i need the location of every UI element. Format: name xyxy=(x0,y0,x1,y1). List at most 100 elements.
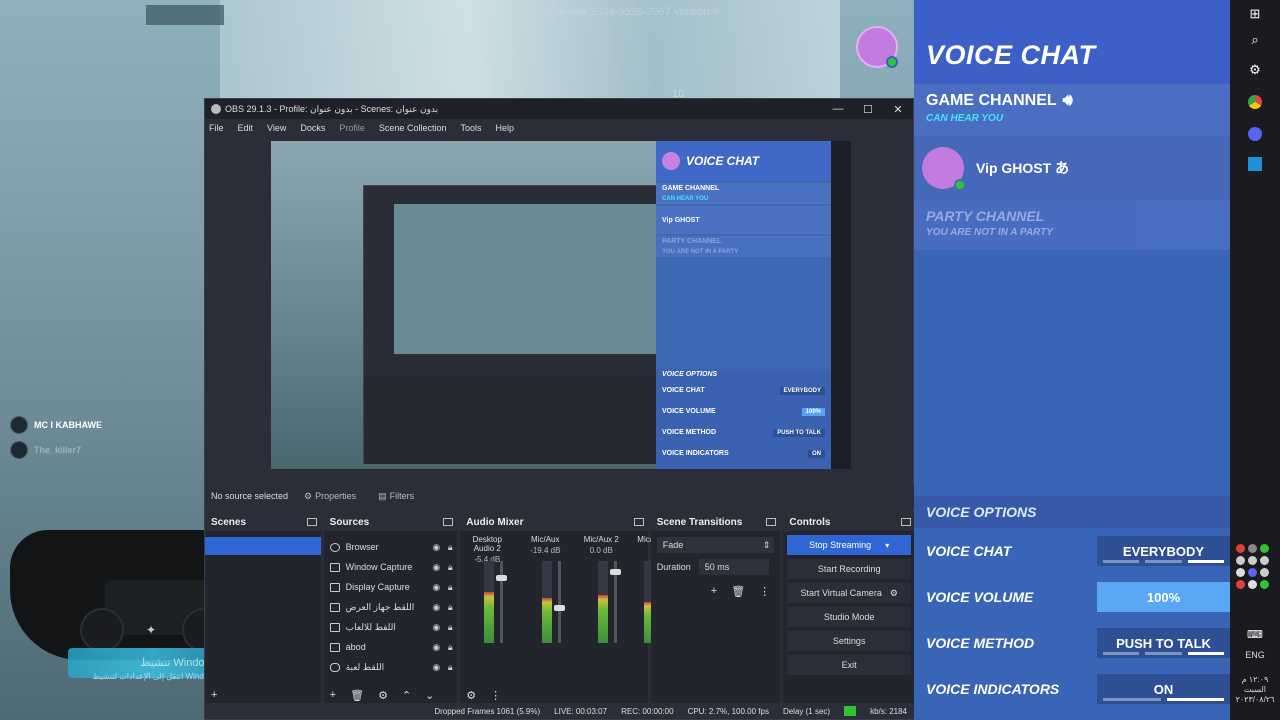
eye-icon[interactable]: ◉ xyxy=(429,582,443,593)
undock-icon[interactable] xyxy=(443,518,454,526)
menu-file[interactable]: File xyxy=(209,123,224,133)
volume-fader[interactable] xyxy=(554,561,566,643)
voice-option-voice-volume[interactable]: VOICE VOLUME 100% xyxy=(914,574,1230,620)
exit-button[interactable]: Exit xyxy=(787,655,911,675)
menu-tools[interactable]: Tools xyxy=(460,123,481,133)
eye-icon[interactable]: ◉ xyxy=(429,622,443,633)
lock-icon[interactable]: 🔒︎ xyxy=(443,662,457,673)
chrome-icon[interactable] xyxy=(1245,92,1265,112)
mixer-settings-icon[interactable]: ⚙ xyxy=(466,689,476,702)
maximize-icon[interactable]: ☐ xyxy=(853,103,883,116)
source-item[interactable]: abod ◉ 🔒︎ xyxy=(324,637,458,657)
party-channel[interactable]: PARTY CHANNEL YOU ARE NOT IN A PARTY xyxy=(914,200,1230,250)
volume-fader[interactable] xyxy=(610,561,622,643)
volume-icon[interactable] xyxy=(1248,580,1257,589)
add-scene-icon[interactable]: + xyxy=(211,689,217,701)
voice-option-voice-chat[interactable]: VOICE CHAT EVERYBODY xyxy=(914,528,1230,574)
option-value[interactable]: 100% xyxy=(1097,582,1230,612)
menu-edit[interactable]: Edit xyxy=(238,123,254,133)
game-channel[interactable]: GAME CHANNEL 🔊︎ CAN HEAR YOU xyxy=(914,84,1230,136)
lock-icon[interactable]: 🔒︎ xyxy=(443,562,457,573)
windows-icon[interactable]: ⊞ xyxy=(1245,4,1265,24)
tray-app-icon[interactable] xyxy=(1248,544,1257,553)
source-item[interactable]: اللقط لعبة ◉ 🔒︎ xyxy=(324,657,458,677)
source-item[interactable]: اللقط للالعاب ◉ 🔒︎ xyxy=(324,617,458,637)
chevron-down-icon[interactable]: ▾ xyxy=(885,541,889,550)
tray-app-icon[interactable] xyxy=(1248,556,1257,565)
gear-icon[interactable]: ⚙ xyxy=(378,689,388,702)
tray-app-icon[interactable] xyxy=(1260,556,1269,565)
microphone-icon[interactable] xyxy=(1236,568,1245,577)
option-value[interactable]: PUSH TO TALK xyxy=(1097,628,1230,658)
more-options-icon[interactable]: ⋮ xyxy=(490,689,501,702)
more-options-icon[interactable]: ⋮ xyxy=(759,585,770,598)
obs-preview[interactable]: VOICE CHAT GAME CHANNEL CAN HEAR YOU Vip… xyxy=(271,141,851,469)
minimize-icon[interactable]: — xyxy=(823,103,853,116)
undock-icon[interactable] xyxy=(306,518,317,526)
lock-icon[interactable]: 🔒︎ xyxy=(443,542,457,553)
menu-docks[interactable]: Docks xyxy=(300,123,325,133)
language-indicator[interactable]: ENG xyxy=(1230,650,1280,660)
tray-app-icon[interactable] xyxy=(1236,556,1245,565)
menu-view[interactable]: View xyxy=(267,123,286,133)
undock-icon[interactable] xyxy=(633,518,644,526)
fader-knob[interactable] xyxy=(496,574,508,581)
arrow-up-icon[interactable]: ⌃ xyxy=(402,689,411,702)
source-item[interactable]: Window Capture ◉ 🔒︎ xyxy=(324,557,458,577)
voice-option-voice-method[interactable]: VOICE METHOD PUSH TO TALK xyxy=(914,620,1230,666)
gear-icon[interactable]: ⚙ xyxy=(890,588,898,599)
search-icon[interactable]: ⌕ xyxy=(1245,30,1265,50)
obs-titlebar[interactable]: OBS 29.1.3 - Profile: بدون عنوان - Scene… xyxy=(205,99,913,119)
menu-scene-collection[interactable]: Scene Collection xyxy=(379,123,447,133)
discord-icon[interactable] xyxy=(1245,124,1265,144)
duration-input[interactable]: 50 ms xyxy=(698,559,769,575)
undock-icon[interactable] xyxy=(766,518,777,526)
start-virtual-camera-button[interactable]: Start Virtual Camera ⚙ xyxy=(787,583,911,603)
fader-knob[interactable] xyxy=(554,605,566,612)
store-icon[interactable] xyxy=(1245,154,1265,174)
tray-app-icon[interactable] xyxy=(1260,544,1269,553)
source-item[interactable]: Display Capture ◉ 🔒︎ xyxy=(324,577,458,597)
add-transition-icon[interactable]: + xyxy=(711,585,717,598)
gear-icon[interactable]: ⚙ xyxy=(1245,60,1265,80)
tray-app-icon[interactable] xyxy=(1236,544,1245,553)
fader-knob[interactable] xyxy=(610,568,622,575)
voice-option-voice-indicators[interactable]: VOICE INDICATORS ON xyxy=(914,666,1230,712)
lock-icon[interactable]: 🔒︎ xyxy=(443,582,457,593)
lock-icon[interactable]: 🔒︎ xyxy=(443,602,457,613)
tray-app-icon[interactable] xyxy=(1236,580,1245,589)
arrow-down-icon[interactable]: ⌄ xyxy=(425,689,434,702)
source-item[interactable]: Browser ◉ 🔒︎ xyxy=(324,537,458,557)
undock-icon[interactable] xyxy=(901,518,911,526)
eye-icon[interactable]: ◉ xyxy=(429,562,443,573)
tray-app-icon[interactable] xyxy=(1260,568,1269,577)
close-icon[interactable]: ✕ xyxy=(883,103,913,116)
add-source-icon[interactable]: + xyxy=(330,689,336,701)
option-value[interactable]: ON xyxy=(1097,674,1230,704)
source-item[interactable]: اللقط جهاز العرض ◉ 🔒︎ xyxy=(324,597,458,617)
trash-icon[interactable]: 🗑︎ xyxy=(731,585,745,598)
keyboard-icon[interactable]: ⌨ xyxy=(1245,624,1265,644)
filters-button[interactable]: ▤ Filters xyxy=(372,489,420,504)
stop-streaming-button[interactable]: Stop Streaming ▾ xyxy=(787,535,911,555)
lock-icon[interactable]: 🔒︎ xyxy=(443,642,457,653)
scene-item-selected[interactable] xyxy=(205,537,321,555)
eye-icon[interactable]: ◉ xyxy=(429,662,443,673)
eye-icon[interactable]: ◉ xyxy=(429,542,443,553)
properties-button[interactable]: ⚙ Properties xyxy=(298,489,362,504)
eye-icon[interactable]: ◉ xyxy=(429,642,443,653)
volume-fader[interactable] xyxy=(496,561,508,643)
menu-help[interactable]: Help xyxy=(495,123,514,133)
transition-select[interactable]: Fade ⇕ xyxy=(656,537,775,553)
clock[interactable]: ١٢:٠٩ م السبت ٢٠٢٣/٠٨/٢٦ xyxy=(1230,675,1280,705)
trash-icon[interactable]: 🗑︎ xyxy=(350,689,364,702)
studio-mode-button[interactable]: Studio Mode xyxy=(787,607,911,627)
menu-profile[interactable]: Profile xyxy=(339,123,365,133)
channel-member[interactable]: Vip GHOST あ xyxy=(914,136,1230,200)
tray-app-icon[interactable] xyxy=(1260,580,1269,589)
eye-icon[interactable]: ◉ xyxy=(429,602,443,613)
system-tray[interactable] xyxy=(1236,544,1276,589)
discord-tray-icon[interactable] xyxy=(1248,568,1257,577)
start-recording-button[interactable]: Start Recording xyxy=(787,559,911,579)
lock-icon[interactable]: 🔒︎ xyxy=(443,622,457,633)
